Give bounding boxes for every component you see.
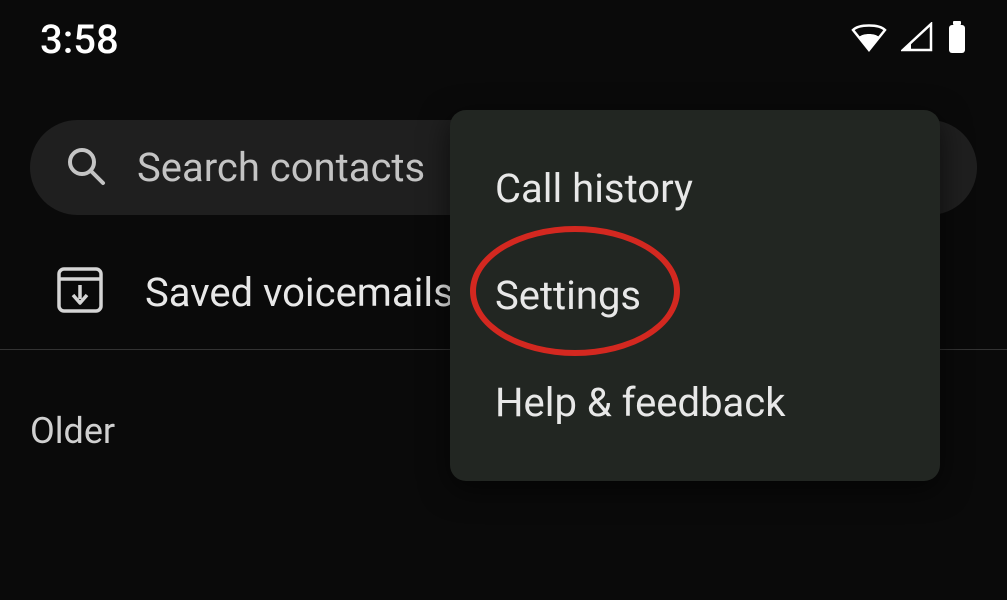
search-placeholder: Search contacts [137, 144, 425, 191]
voicemail-download-icon [55, 265, 105, 319]
menu-item-label: Help & feedback [495, 379, 786, 426]
battery-icon [947, 21, 967, 57]
menu-item-settings[interactable]: Settings [450, 242, 940, 349]
status-time: 3:58 [40, 16, 119, 63]
wifi-icon [851, 22, 887, 56]
overflow-menu: Call history Settings Help & feedback [450, 110, 940, 481]
status-bar: 3:58 [0, 0, 1007, 70]
status-icons [851, 21, 967, 57]
menu-item-help-feedback[interactable]: Help & feedback [450, 349, 940, 456]
menu-item-label: Settings [495, 272, 641, 319]
menu-item-call-history[interactable]: Call history [450, 135, 940, 242]
menu-item-label: Call history [495, 165, 693, 212]
signal-icon [901, 22, 933, 56]
search-icon [65, 145, 107, 191]
